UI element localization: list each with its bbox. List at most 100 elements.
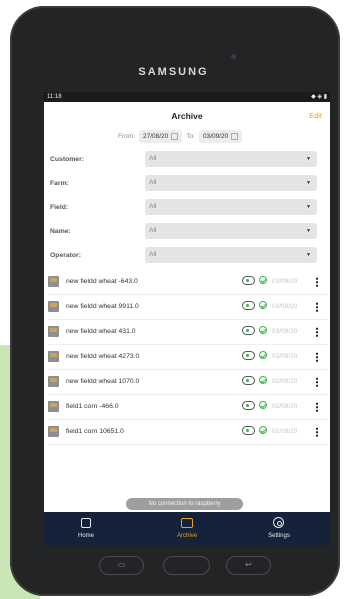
connection-toast: No connection to raspberry <box>126 498 243 510</box>
record-name: new fieldd wheat 431.0 <box>66 328 136 335</box>
from-date-value: 27/08/20 <box>142 133 169 140</box>
list-item[interactable]: new fieldd wheat 9911.0 03/09/20 <box>48 297 328 320</box>
name-value: All <box>149 227 157 234</box>
name-label: Name: <box>50 228 71 235</box>
cloud-sync-icon <box>242 301 255 310</box>
customer-select[interactable]: All ▼ <box>145 151 317 167</box>
record-date: 03/09/20 <box>272 278 298 285</box>
more-options-icon[interactable] <box>316 427 318 437</box>
farm-value: All <box>149 179 157 186</box>
list-item[interactable]: field1 corn 10651.0 02/09/20 <box>48 422 328 445</box>
bottom-nav: Home Archive Settings <box>44 512 330 546</box>
chevron-down-icon: ▼ <box>306 204 311 210</box>
status-time: 11:18 <box>47 94 62 100</box>
customer-value: All <box>149 155 157 162</box>
more-options-icon[interactable] <box>316 352 318 362</box>
nav-settings[interactable]: Settings <box>249 512 309 546</box>
back-button[interactable]: ↩ <box>226 556 271 575</box>
list-item[interactable]: field1 corn -466.0 02/09/20 <box>48 397 328 420</box>
check-circle-icon <box>259 326 267 334</box>
back-icon: ↩ <box>245 560 252 569</box>
check-circle-icon <box>259 276 267 284</box>
field-select[interactable]: All ▼ <box>145 199 317 215</box>
name-select[interactable]: All ▼ <box>145 223 317 239</box>
edit-button[interactable]: Edit <box>309 111 322 120</box>
check-circle-icon <box>259 351 267 359</box>
check-circle-icon <box>259 376 267 384</box>
harvester-icon <box>48 426 59 437</box>
harvester-icon <box>48 351 59 362</box>
to-date-field[interactable]: 03/09/20 <box>198 130 243 143</box>
operator-label: Operator: <box>50 252 81 259</box>
cloud-sync-icon <box>242 276 255 285</box>
device-brand: SAMSUNG <box>138 66 209 78</box>
archive-icon <box>181 518 193 528</box>
chevron-down-icon: ▼ <box>306 228 311 234</box>
date-range: From: 27/08/20 To: 03/09/20 <box>118 130 246 143</box>
chevron-down-icon: ▼ <box>306 252 311 258</box>
check-circle-icon <box>259 301 267 309</box>
harvester-icon <box>48 376 59 387</box>
farm-select[interactable]: All ▼ <box>145 175 317 191</box>
chevron-down-icon: ▼ <box>306 156 311 162</box>
check-circle-icon <box>259 401 267 409</box>
record-name: field1 corn -466.0 <box>66 403 119 410</box>
more-options-icon[interactable] <box>316 377 318 387</box>
page-title: Archive <box>171 111 203 121</box>
list-item[interactable]: new fieldd wheat 431.0 03/09/20 <box>48 322 328 345</box>
check-circle-icon <box>259 426 267 434</box>
recent-apps-icon: ▭ <box>117 560 126 569</box>
cloud-sync-icon <box>242 376 255 385</box>
nav-archive[interactable]: Archive <box>157 512 217 546</box>
nav-home[interactable]: Home <box>56 512 116 546</box>
harvester-icon <box>48 401 59 412</box>
list-item[interactable]: new fieldd wheat 4273.0 03/09/20 <box>48 347 328 370</box>
from-label: From: <box>118 133 135 140</box>
cloud-sync-icon <box>242 326 255 335</box>
chevron-down-icon: ▼ <box>306 180 311 186</box>
record-name: new fieldd wheat 4273.0 <box>66 353 140 360</box>
gear-icon <box>273 517 284 528</box>
nav-settings-label: Settings <box>268 533 290 539</box>
front-camera <box>231 54 236 59</box>
list-item[interactable]: new fieldd wheat 1070.0 02/09/20 <box>48 372 328 395</box>
nav-archive-label: Archive <box>176 533 197 539</box>
cloud-sync-icon <box>242 426 255 435</box>
harvester-icon <box>48 326 59 337</box>
more-options-icon[interactable] <box>316 277 318 287</box>
record-date: 02/09/20 <box>272 403 298 410</box>
record-name: new fieldd wheat 9911.0 <box>66 303 139 310</box>
recent-apps-button[interactable]: ▭ <box>99 556 144 575</box>
harvester-icon <box>48 276 59 287</box>
app-screen: 11:18 ◆ ◈ ▮ Archive Edit From: 27/08/20 … <box>44 92 330 546</box>
record-date: 02/09/20 <box>272 428 298 435</box>
to-label: To: <box>186 133 195 140</box>
operator-select[interactable]: All ▼ <box>145 247 317 263</box>
record-name: new fieldd wheat 1070.0 <box>66 378 140 385</box>
status-bar: 11:18 ◆ ◈ ▮ <box>44 92 330 102</box>
record-name: new fieldd wheat -643.0 <box>66 278 138 285</box>
to-date-value: 03/09/20 <box>202 133 229 140</box>
status-icons: ◆ ◈ ▮ <box>311 94 327 100</box>
from-date-field[interactable]: 27/08/20 <box>138 130 183 143</box>
record-date: 03/09/20 <box>272 303 298 310</box>
farm-label: Farm: <box>50 180 69 187</box>
record-date: 03/09/20 <box>272 353 298 360</box>
list-item[interactable]: new fieldd wheat -643.0 03/09/20 <box>48 272 328 295</box>
record-date: 02/09/20 <box>272 378 298 385</box>
field-label: Field: <box>50 204 69 211</box>
cloud-sync-icon <box>242 351 255 360</box>
home-hardware-button[interactable] <box>163 556 210 575</box>
calendar-icon <box>171 133 179 140</box>
home-icon <box>81 518 91 528</box>
more-options-icon[interactable] <box>316 402 318 412</box>
more-options-icon[interactable] <box>316 327 318 337</box>
cloud-sync-icon <box>242 401 255 410</box>
customer-label: Customer: <box>50 156 84 163</box>
field-value: All <box>149 203 157 210</box>
more-options-icon[interactable] <box>316 302 318 312</box>
harvester-icon <box>48 301 59 312</box>
operator-value: All <box>149 251 157 258</box>
record-name: field1 corn 10651.0 <box>66 428 124 435</box>
record-date: 03/09/20 <box>272 328 298 335</box>
